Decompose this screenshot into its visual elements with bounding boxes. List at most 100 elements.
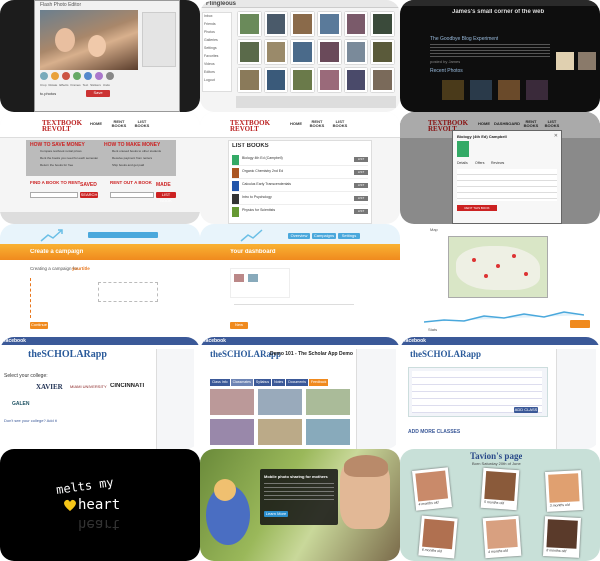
list-button[interactable]: LIST [354,170,368,175]
photo-thumbnail[interactable] [264,68,288,92]
map-marker[interactable] [512,254,516,258]
class-tab[interactable]: Class Info [210,379,230,386]
list-button[interactable]: LIST [354,209,368,214]
nav-home[interactable]: HOME [88,122,104,126]
polaroid[interactable]: 5 months old [480,467,520,511]
list-button[interactable]: LIST [354,157,368,162]
textbook-revolt-logo[interactable]: TEXTBOOK REVOLT [230,120,270,133]
nav-rent-books[interactable]: RENT BOOKS [110,120,128,128]
modal-tab[interactable]: Offers [475,161,484,165]
scholar-schedule-tile[interactable]: facebook theSCHOLARapp ADD CLASS ADD MOR… [400,337,600,449]
tool-text-icon[interactable] [84,72,92,80]
sidebar-item[interactable]: Inbox [204,14,230,22]
class-tab[interactable]: Documents [286,379,308,386]
nav-dashboard[interactable]: DASHBOARD [494,122,520,126]
blog-post2-title[interactable]: Recent Photos [430,68,463,74]
class-tab[interactable]: Classmates [230,379,253,386]
campaign-tile[interactable]: Create a campaign Creating a campaign fo… [0,224,200,336]
class-tab[interactable]: Feedback [308,379,329,386]
tool-crop-icon[interactable] [40,72,48,80]
map-marker[interactable] [484,274,488,278]
map-marker[interactable] [524,272,528,276]
dashboard-tab[interactable]: Settings [338,233,360,239]
scholar-college-tile[interactable]: facebook theSCHOLARapp Select your colle… [0,337,200,449]
facebook-logo[interactable]: facebook [404,338,426,344]
polaroid[interactable]: 8 months old [542,516,582,558]
tool-rotate-icon[interactable] [51,72,59,80]
rent-this-book-button[interactable]: RENT THIS BOOK [457,205,497,211]
sidebar-item[interactable]: Galleries [204,38,230,46]
dashboard-tab[interactable]: Campaigns [312,233,336,239]
nav-rent-books[interactable]: RENT BOOKS [522,120,540,128]
photo-thumbnail[interactable] [238,68,261,92]
photo-editor-tile[interactable]: Flash Photo Editor Crop Rotate Effects F… [0,0,200,112]
nav-list-books[interactable]: LIST BOOKS [332,120,348,128]
photo-thumbnail[interactable] [238,12,261,36]
modal-tab[interactable]: Reviews [491,161,504,165]
photo-thumbnail[interactable] [291,12,314,36]
new-button[interactable]: New [230,322,248,329]
blog-tile[interactable]: James's small corner of the web The Good… [400,0,600,112]
polaroid[interactable]: 4 months old [482,515,522,559]
textbook-revolt-modal-tile[interactable]: TEXTBOOK REVOLT HOME DASHBOARD RENT BOOK… [400,112,600,224]
baby-app-tile[interactable]: Mobile photo sharing for mothers Learn M… [200,449,400,561]
photo-thumbnail[interactable] [317,12,341,36]
textbook-revolt-logo[interactable]: TEXTBOOK REVOLT [42,120,82,133]
photo-thumbnail[interactable] [264,12,288,36]
sidebar-item[interactable]: Videos [204,62,230,70]
classmate-avatar[interactable] [258,419,302,445]
modal-close-icon[interactable]: ✕ [554,133,558,139]
polaroid[interactable]: 3 months old [544,470,584,512]
sidebar-item[interactable]: Settings [204,46,230,54]
blog-photo[interactable] [442,80,464,100]
college-cincinnati[interactable]: CINCINNATI [110,383,144,390]
classmate-avatar[interactable] [210,389,254,415]
map-tile[interactable]: Map Stats [400,224,600,336]
add-class-button[interactable]: ADD CLASS [514,407,538,413]
tool-stickers-icon[interactable] [95,72,103,80]
facebook-logo[interactable]: facebook [4,338,26,344]
facebook-logo[interactable]: facebook [204,338,226,344]
nav-list-books[interactable]: LIST BOOKS [134,120,150,128]
scholar-class-tile[interactable]: facebook theSCHOLARapp Demo 101 - The Sc… [200,337,400,449]
polaroid[interactable]: 4 months old [412,467,452,511]
scholar-logo[interactable]: theSCHOLARapp [28,349,107,361]
college-miami[interactable]: MIAMI UNIVERSITY [70,385,107,390]
college-galen[interactable]: GALEN [12,401,30,407]
photo-thumbnail[interactable] [317,40,341,64]
classmate-avatar[interactable] [210,419,254,445]
scholar-logo[interactable]: theSCHOLARapp [410,349,481,360]
classmate-avatar[interactable] [258,389,302,415]
classmate-avatar[interactable] [306,419,350,445]
textbook-revolt-home-tile[interactable]: TEXTBOOK REVOLT HOME RENT BOOKS LIST BOO… [0,112,200,224]
polaroid[interactable]: 6 months old [418,515,458,559]
sidebar-item[interactable]: Logout [204,78,230,86]
photo-thumbnail[interactable] [317,68,341,92]
rent-book-input[interactable] [110,192,154,198]
nav-home[interactable]: HOME [476,122,492,126]
photo-thumbnail[interactable] [371,12,394,36]
photo-thumbnail[interactable] [238,40,261,64]
tavion-page-tile[interactable]: Tavion's page Born Saturday 20th of June… [400,449,600,561]
classmate-avatar[interactable] [306,389,350,415]
nav-list-books[interactable]: LIST BOOKS [544,120,560,128]
editor-save-button[interactable]: Save [86,90,110,97]
list-button[interactable]: LIST [354,183,368,188]
dashboard-tab[interactable]: Overview [288,233,310,239]
sidebar-item[interactable]: Editors [204,70,230,78]
blog-photo[interactable] [498,80,520,100]
textbook-revolt-list-tile[interactable]: TEXTBOOK REVOLT HOME RENT BOOKS LIST BOO… [200,112,400,224]
continue-button[interactable]: Continue [30,322,48,329]
photo-thumbnail[interactable] [371,40,394,64]
flingleous-tile[interactable]: Flingleous Inbox Friends Photos Gallerie… [200,0,400,112]
dashboard-tile[interactable]: Overview Campaigns Settings Your dashboa… [200,224,400,336]
photo-thumbnail[interactable] [291,68,314,92]
melts-my-heart-tile[interactable]: melts my heart heart [0,449,200,561]
class-tab[interactable]: Syllabus [253,379,272,386]
tool-frames-icon[interactable] [73,72,81,80]
tool-undo-icon[interactable] [106,72,114,80]
nav-rent-books[interactable]: RENT BOOKS [308,120,326,128]
dashboard-card[interactable] [230,268,290,298]
map-marker[interactable] [496,264,500,268]
map-marker[interactable] [472,258,476,262]
